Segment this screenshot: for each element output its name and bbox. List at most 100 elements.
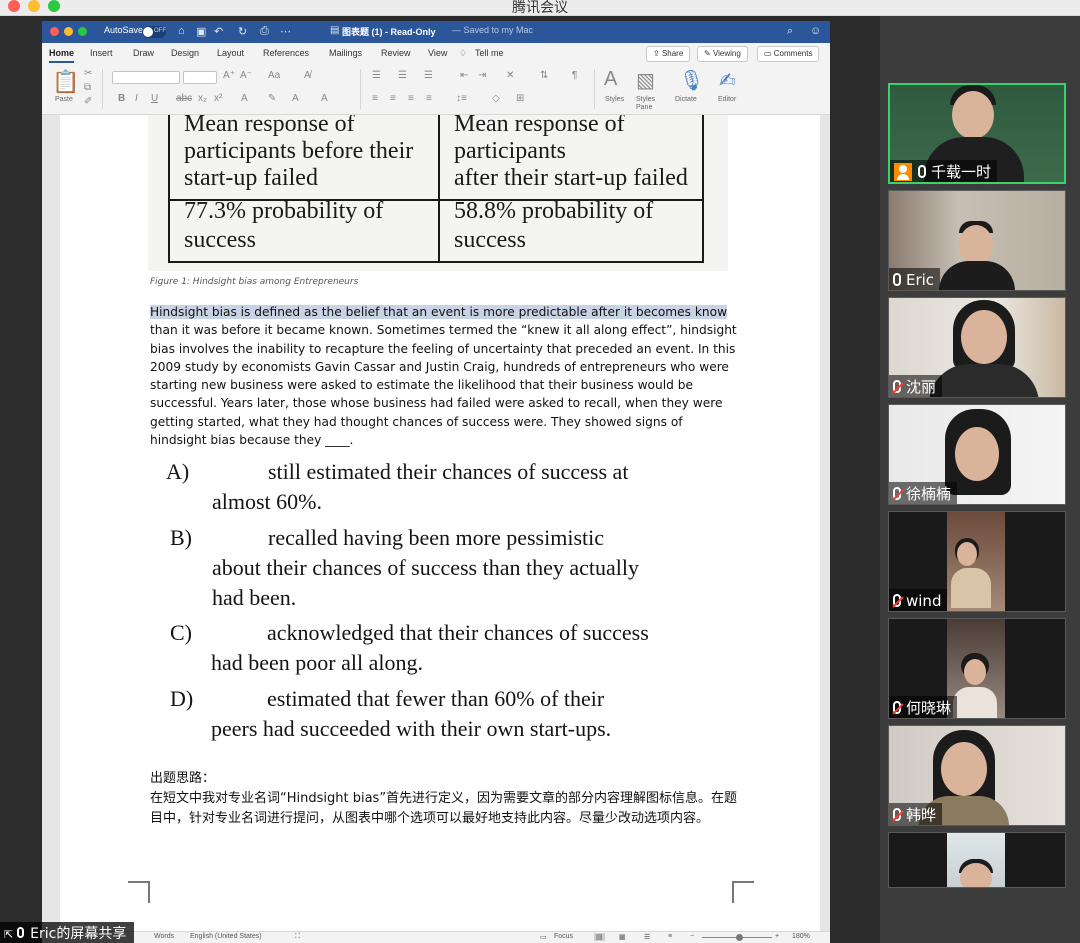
viewing-button[interactable]: ✎ Viewing (697, 46, 748, 62)
tab-home[interactable]: Home (49, 48, 75, 63)
shrink-font-icon[interactable]: A⁻ (240, 70, 252, 81)
participant-tile[interactable]: wind (888, 511, 1066, 612)
clear-format-icon[interactable]: A̸ (304, 70, 311, 81)
subscript-icon[interactable]: x₂ (198, 93, 207, 104)
justify-icon[interactable]: ≡ (426, 93, 432, 104)
multilevel-list-icon[interactable]: ☰ (424, 70, 433, 81)
ribbon-separator (594, 69, 595, 109)
align-left-icon[interactable]: ≡ (372, 93, 378, 104)
styles-icon[interactable]: A (604, 68, 617, 91)
sort-icon[interactable]: ⇅ (540, 70, 548, 81)
focus-button[interactable]: Focus (554, 933, 573, 940)
share-button[interactable]: ⇪ Share (646, 46, 691, 62)
align-right-icon[interactable]: ≡ (408, 93, 414, 104)
option-c-letter: C) (170, 620, 192, 645)
participant-tile[interactable]: 韩晔 (888, 725, 1066, 826)
borders-icon[interactable]: ⊞ (516, 93, 524, 104)
focus-icon[interactable]: ▭ (540, 933, 547, 941)
question-paragraph: Hindsight bias is defined as the belief … (150, 303, 740, 449)
format-painter-icon[interactable]: ✐ (84, 96, 92, 107)
comments-button[interactable]: ▭ Comments (757, 46, 820, 62)
font-size-select[interactable] (183, 71, 217, 84)
participant-tile[interactable]: 千载一时 (888, 83, 1066, 184)
strikethrough-icon[interactable]: abc (176, 93, 192, 104)
participant-face (957, 542, 977, 566)
bold-icon[interactable]: B (118, 93, 125, 104)
autosave-toggle[interactable]: OFF (142, 26, 166, 38)
participant-nametag: 徐楠楠 (889, 482, 958, 504)
shading-icon[interactable]: ◇ (492, 93, 500, 104)
language-status[interactable]: English (United States) (190, 933, 262, 940)
styles-pane-icon[interactable]: ▧ (636, 68, 655, 93)
cut-icon[interactable]: ✂ (84, 68, 92, 79)
paste-icon[interactable]: 📋 (52, 69, 79, 95)
zoom-out-icon[interactable]: − (690, 933, 694, 940)
character-shading-icon[interactable]: A (321, 93, 328, 104)
font-name-select[interactable] (112, 71, 180, 84)
participant-tile[interactable]: 沈丽 (888, 297, 1066, 398)
tab-design[interactable]: Design (171, 48, 199, 58)
status-bar: Words English (United States) ⛶ ▭ Focus … (42, 931, 830, 943)
superscript-icon[interactable]: x² (214, 93, 222, 104)
mic-muted-icon (893, 808, 901, 821)
asian-layout-icon[interactable]: ✕ (506, 70, 514, 81)
outline-icon[interactable]: ☰ (644, 933, 650, 941)
align-center-icon[interactable]: ≡ (390, 93, 396, 104)
tab-review[interactable]: Review (381, 48, 411, 58)
editor-icon[interactable]: ✍ (719, 68, 736, 93)
undo-icon[interactable]: ↶ (214, 25, 223, 38)
highlight-icon[interactable]: ✎ (268, 93, 276, 104)
account-icon[interactable]: ☺ (810, 25, 821, 37)
zoom-in-icon[interactable]: + (775, 933, 779, 940)
decrease-indent-icon[interactable]: ⇤ (460, 70, 468, 81)
tell-me-box[interactable]: Tell me (475, 48, 504, 58)
print-layout-icon[interactable]: ▤ (594, 933, 605, 941)
tab-insert[interactable]: Insert (90, 48, 113, 58)
font-color-icon[interactable]: A (292, 93, 299, 104)
increase-indent-icon[interactable]: ⇥ (478, 70, 486, 81)
option-a-line1: still estimated their chances of success… (268, 459, 629, 484)
word-minimize-button[interactable] (64, 27, 73, 36)
line-spacing-icon[interactable]: ↕≡ (456, 93, 467, 104)
bullets-icon[interactable]: ☰ (372, 70, 381, 81)
text-effects-icon[interactable]: A (241, 93, 248, 104)
document-page[interactable]: Mean response of participants before the… (60, 115, 820, 935)
draft-icon[interactable]: ≡ (668, 933, 672, 940)
ribbon-separator (102, 69, 103, 109)
tab-view[interactable]: View (428, 48, 447, 58)
redo-icon[interactable]: ↻ (238, 25, 247, 38)
participant-tile[interactable]: 何晓琳 (888, 618, 1066, 719)
dictate-icon[interactable]: 🎙 (679, 68, 704, 93)
home-icon[interactable]: ⌂ (178, 25, 185, 37)
print-icon[interactable]: ⎙ (260, 25, 269, 38)
search-icon[interactable]: ⌕ (787, 25, 793, 38)
web-layout-icon[interactable]: ▦ (619, 933, 626, 941)
word-count[interactable]: Words (154, 933, 174, 940)
participant-tile[interactable]: Eric (888, 190, 1066, 291)
participant-tile[interactable] (888, 832, 1066, 888)
zoom-slider-thumb[interactable] (736, 934, 743, 941)
participant-face (941, 742, 987, 796)
italic-icon[interactable]: I (135, 93, 138, 104)
save-icon[interactable]: ▣ (196, 25, 206, 38)
screen-share-label: ⇱ Eric的屏幕共享 (0, 922, 135, 943)
participant-name: 何晓琳 (906, 699, 952, 717)
tab-layout[interactable]: Layout (217, 48, 244, 58)
participant-name: Eric (906, 270, 935, 289)
word-close-button[interactable] (50, 27, 59, 36)
numbering-icon[interactable]: ☰ (398, 70, 407, 81)
tab-mailings[interactable]: Mailings (329, 48, 362, 58)
copy-icon[interactable]: ⧉ (84, 82, 91, 93)
show-marks-icon[interactable]: ¶ (572, 70, 577, 81)
more-icon[interactable]: ⋯ (280, 25, 291, 38)
option-d-line1: estimated that fewer than 60% of their (267, 686, 605, 711)
participant-tile[interactable]: 徐楠楠 (888, 404, 1066, 505)
grow-font-icon[interactable]: A⁺ (223, 70, 235, 81)
tab-references[interactable]: References (263, 48, 309, 58)
zoom-level[interactable]: 180% (792, 933, 810, 940)
word-zoom-button[interactable] (78, 27, 87, 36)
underline-icon[interactable]: U (151, 93, 158, 104)
accessibility-icon[interactable]: ⛶ (295, 933, 300, 941)
change-case-icon[interactable]: Aa (268, 70, 280, 81)
tab-draw[interactable]: Draw (133, 48, 154, 58)
